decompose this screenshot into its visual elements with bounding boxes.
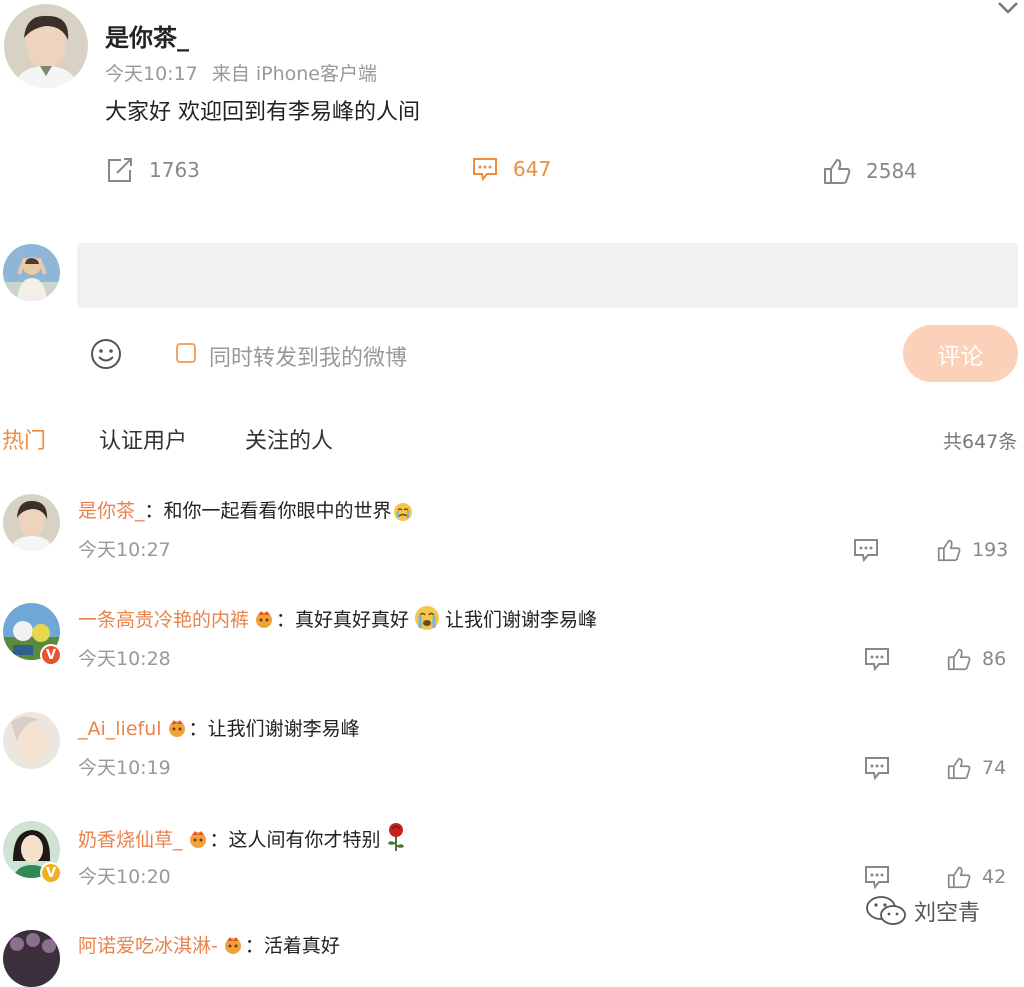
- crying-emoji: [393, 503, 412, 521]
- like-icon: [824, 159, 851, 184]
- vip-crown-icon: [168, 720, 185, 737]
- like-icon: [947, 648, 971, 671]
- comment-time: 今天10:27: [78, 539, 171, 561]
- comment-icon: [473, 158, 497, 182]
- comment-text: 真好真好真好: [295, 609, 410, 631]
- commenter-name[interactable]: 阿诺爱吃冰淇淋-: [78, 935, 218, 957]
- commenter-name[interactable]: 奶香烧仙草_: [78, 829, 183, 851]
- repost-count: 1763: [149, 158, 200, 182]
- comment-separator: ：: [244, 935, 264, 957]
- comment-like-button[interactable]: 86: [946, 647, 1006, 671]
- tab-verified-users[interactable]: 认证用户: [99, 423, 187, 455]
- wechat-icon: [866, 896, 906, 925]
- comment-text: 和你一起看看你眼中的世界: [163, 500, 392, 522]
- commenter-name[interactable]: 是你茶_: [78, 500, 145, 522]
- comment-3: _Ai_lieful ：让我们谢谢李易峰: [78, 714, 360, 741]
- commenter-avatar[interactable]: [3, 494, 60, 551]
- comment-text-2: 让我们谢谢李易峰: [445, 609, 598, 631]
- comment-time: 今天10:28: [78, 648, 171, 670]
- post-author-name[interactable]: 是你茶_: [105, 18, 189, 53]
- like-icon: [937, 539, 961, 562]
- commenter-name[interactable]: 一条高贵冷艳的内裤: [78, 609, 249, 631]
- comment-input[interactable]: [77, 243, 1018, 308]
- comment-text: 这人间有你才特别: [228, 829, 381, 851]
- tab-hot[interactable]: 热门: [2, 423, 46, 455]
- commenter-avatar[interactable]: [3, 930, 60, 987]
- comment-separator: ：: [276, 609, 296, 631]
- comment-button[interactable]: 647: [471, 156, 551, 182]
- comment-like-button[interactable]: 193: [936, 538, 1008, 562]
- repost-checkbox[interactable]: [176, 343, 196, 363]
- repost-button[interactable]: 1763: [105, 156, 200, 184]
- vip-crown-icon: [224, 937, 241, 954]
- vip-crown-icon: [256, 611, 273, 628]
- vip-crown-icon: [189, 831, 206, 848]
- submit-comment-button[interactable]: 评论: [903, 325, 1018, 382]
- commenter-name[interactable]: _Ai_lieful: [78, 718, 162, 740]
- crying-emoji: [415, 606, 440, 630]
- comment-icon[interactable]: [863, 755, 891, 781]
- my-avatar[interactable]: [3, 244, 60, 301]
- comment-2: 一条高贵冷艳的内裤 ：真好真好真好 让我们谢谢李易峰: [78, 604, 597, 632]
- verified-icon: V: [40, 862, 62, 884]
- total-count: 共647条: [943, 431, 1018, 453]
- verified-icon: V: [40, 644, 62, 666]
- comment-like-count: 74: [982, 757, 1007, 779]
- comment-like-count: 193: [972, 539, 1009, 561]
- comment-like-button[interactable]: 74: [946, 756, 1006, 780]
- comment-count: 647: [513, 157, 552, 181]
- post-text: 大家好 欢迎回到有李易峰的人间: [105, 100, 420, 125]
- comment-icon[interactable]: [863, 646, 891, 672]
- rose-emoji: [387, 823, 404, 851]
- comment-like-count: 42: [982, 866, 1007, 888]
- author-avatar[interactable]: [4, 4, 88, 88]
- like-icon: [947, 757, 971, 780]
- comment-time: 今天10:20: [78, 866, 171, 888]
- watermark-text: 刘空青: [914, 901, 981, 926]
- comment-like-count: 86: [982, 648, 1007, 670]
- comment-separator: ：: [144, 500, 164, 522]
- post-time: 今天10:17: [105, 63, 198, 85]
- post-meta: 今天10:17 来自 iPhone客户端: [105, 59, 377, 86]
- like-count: 2584: [866, 159, 917, 183]
- like-button[interactable]: 2584: [822, 157, 917, 185]
- chevron-down-icon[interactable]: [996, 0, 1020, 16]
- comment-like-button[interactable]: 42: [946, 865, 1006, 889]
- tab-following[interactable]: 关注的人: [245, 423, 333, 455]
- comment-icon[interactable]: [852, 537, 880, 563]
- repost-checkbox-label: 同时转发到我的微博: [209, 346, 408, 371]
- comment-time: 今天10:19: [78, 757, 171, 779]
- post-source: 来自 iPhone客户端: [211, 63, 377, 85]
- comment-separator: ：: [209, 829, 229, 851]
- comment-text: 活着真好: [263, 935, 340, 957]
- watermark: 刘空青: [864, 895, 980, 927]
- comment-1: 是你茶_：和你一起看看你眼中的世界: [78, 496, 414, 523]
- share-icon: [108, 158, 132, 182]
- smiley-icon[interactable]: [89, 337, 123, 371]
- commenter-avatar[interactable]: [3, 712, 60, 769]
- like-icon: [947, 866, 971, 889]
- comment-4: 奶香烧仙草_ ：这人间有你才特别: [78, 822, 407, 852]
- comment-icon[interactable]: [863, 864, 891, 890]
- comment-text: 让我们谢谢李易峰: [207, 718, 360, 740]
- comment-5: 阿诺爱吃冰淇淋- ：活着真好: [78, 931, 340, 958]
- comment-separator: ：: [188, 718, 208, 740]
